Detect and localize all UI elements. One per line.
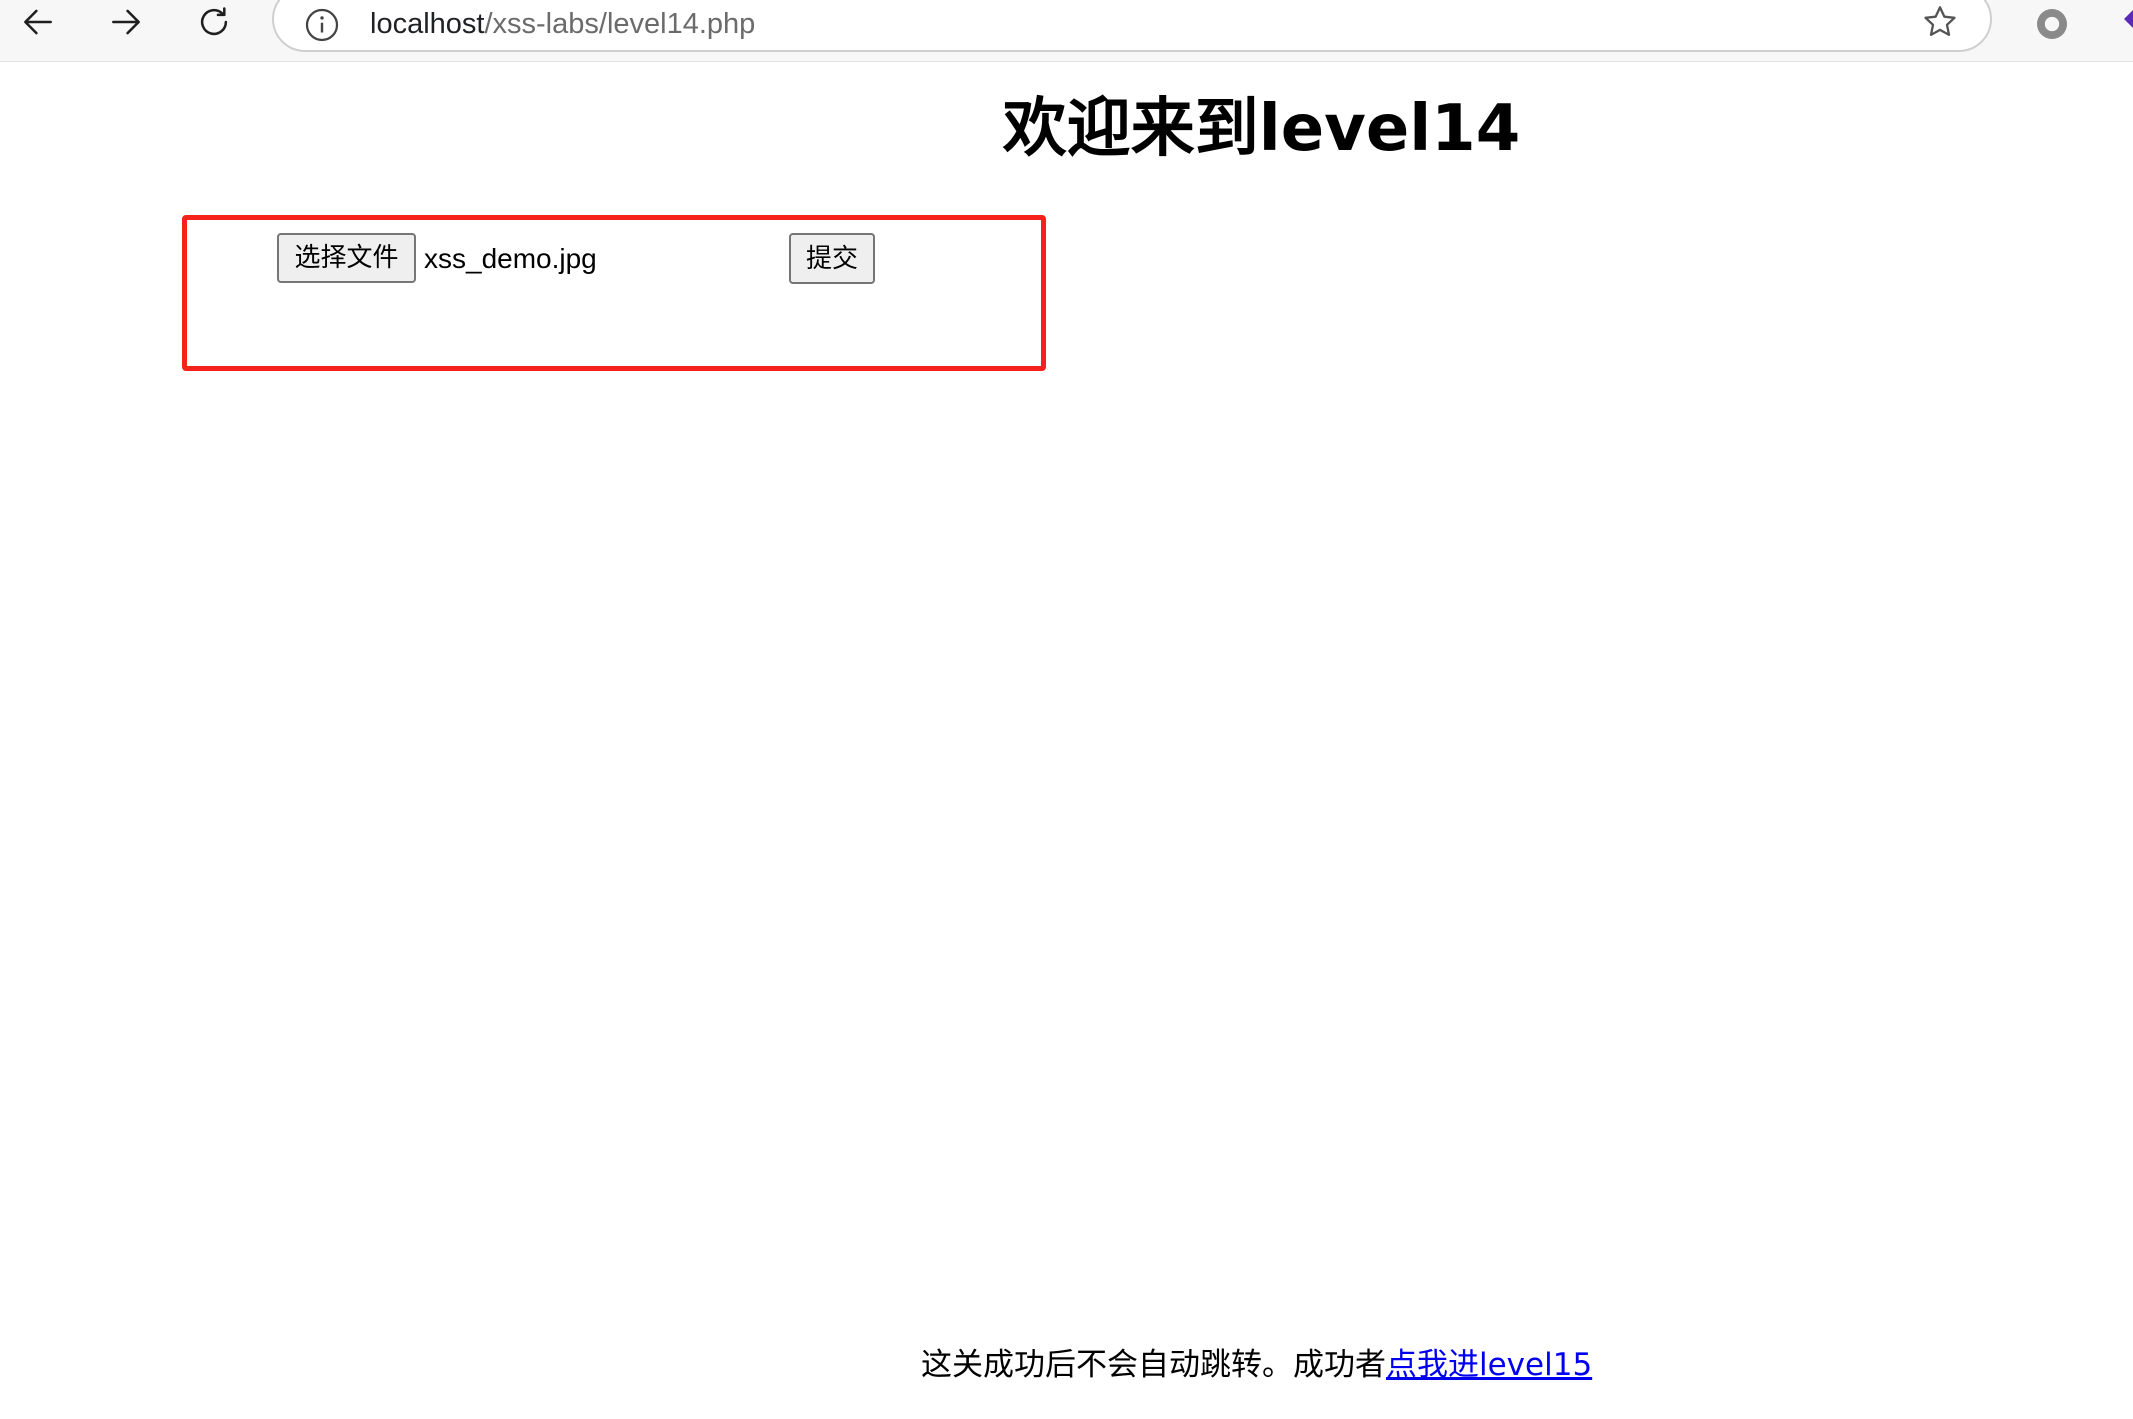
url-path: /xss-labs/level14.php bbox=[484, 8, 756, 40]
footer-message: 这关成功后不会自动跳转。成功者点我进level15 bbox=[921, 1341, 1592, 1389]
reload-icon bbox=[200, 7, 228, 36]
address-bar[interactable]: localhost/xss-labs/level14.php bbox=[272, 0, 1992, 52]
choose-file-button[interactable]: 选择文件 bbox=[277, 233, 416, 283]
extension-edge-icon bbox=[2124, 10, 2133, 28]
arrow-right-icon bbox=[112, 9, 140, 35]
reload-button[interactable] bbox=[186, 0, 242, 44]
selected-file-name: xss_demo.jpg bbox=[424, 243, 597, 274]
info-icon[interactable] bbox=[304, 7, 340, 43]
star-icon[interactable] bbox=[1920, 2, 1960, 42]
forward-button[interactable] bbox=[98, 0, 154, 44]
next-level-link[interactable]: 点我进level15 bbox=[1386, 1347, 1592, 1383]
submit-button[interactable]: 提交 bbox=[789, 233, 875, 284]
circle-record-icon[interactable] bbox=[2032, 4, 2072, 44]
url-text[interactable]: localhost/xss-labs/level14.php bbox=[370, 2, 755, 46]
back-button[interactable] bbox=[10, 0, 66, 44]
footer-text: 这关成功后不会自动跳转。成功者 bbox=[921, 1347, 1386, 1383]
arrow-left-icon bbox=[24, 9, 52, 35]
url-host: localhost bbox=[370, 8, 485, 40]
page-title: 欢迎来到level14 bbox=[1002, 92, 1521, 166]
browser-toolbar: localhost/xss-labs/level14.php bbox=[0, 0, 2133, 62]
